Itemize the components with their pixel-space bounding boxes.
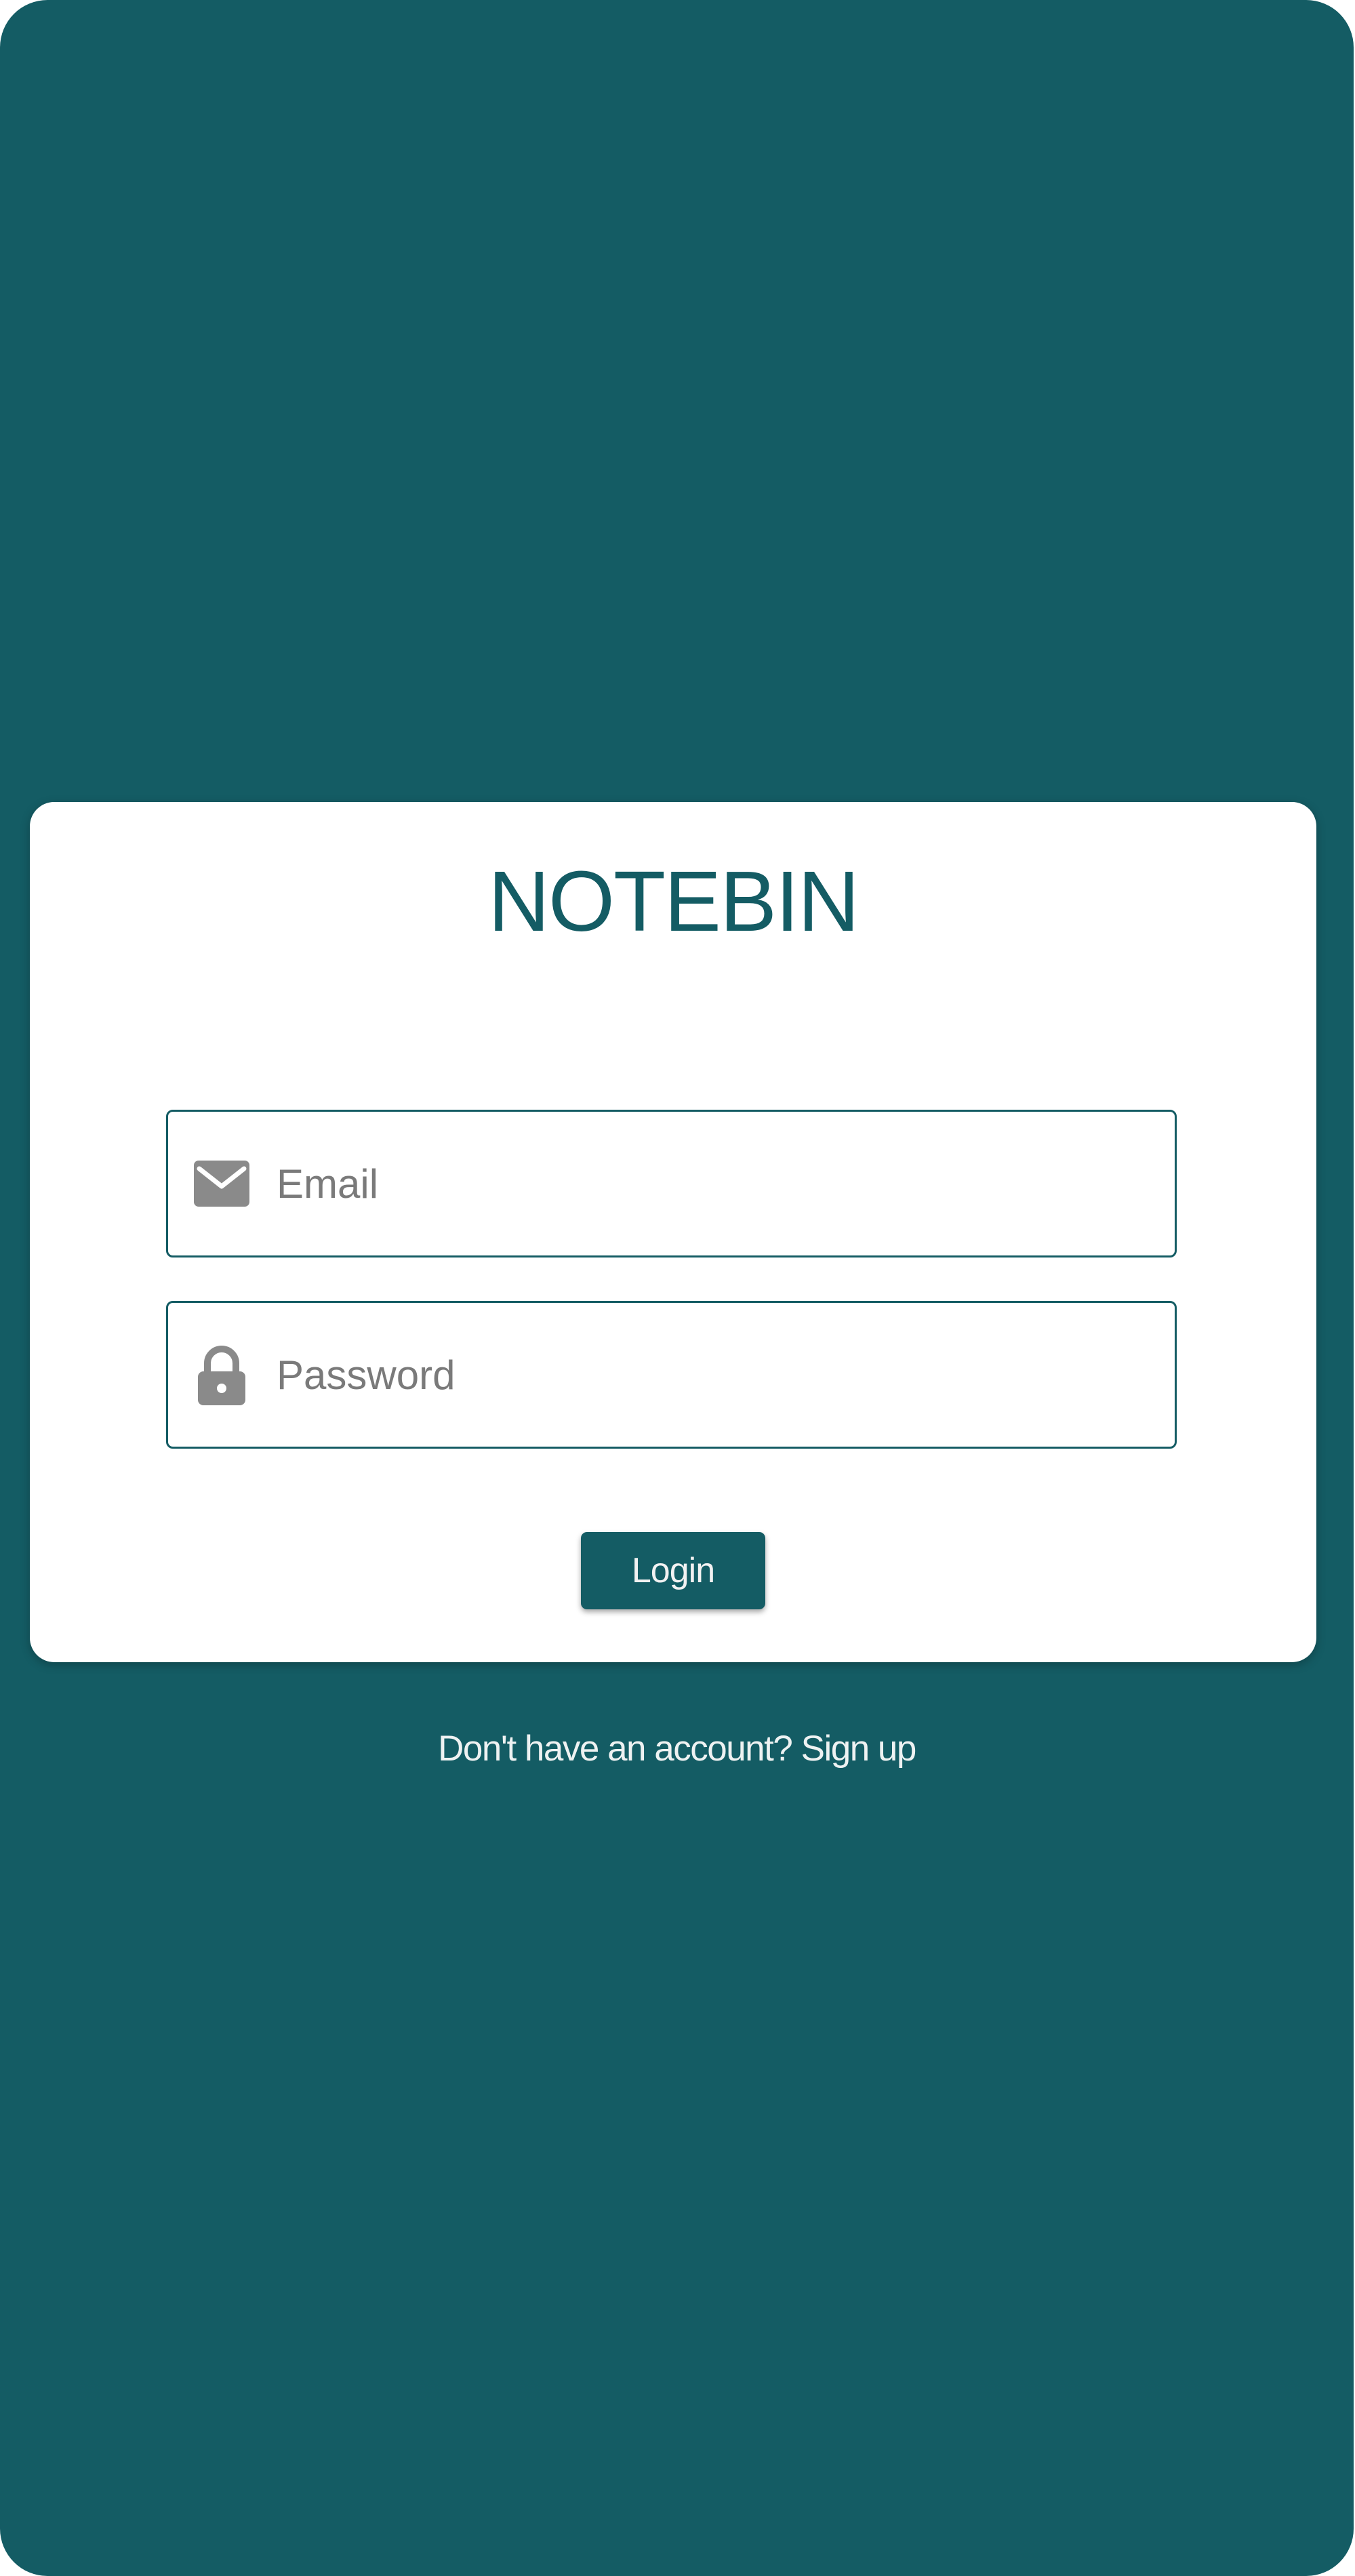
signup-prompt: Don't have an account? Sign up bbox=[0, 1725, 1354, 1773]
password-field[interactable] bbox=[166, 1301, 1177, 1449]
email-field[interactable] bbox=[166, 1110, 1177, 1257]
email-input[interactable] bbox=[277, 1112, 1158, 1255]
login-card: NOTEBIN Login bbox=[30, 802, 1316, 1662]
signup-link[interactable]: Sign up bbox=[801, 1729, 917, 1769]
lock-icon bbox=[198, 1346, 245, 1405]
login-button[interactable]: Login bbox=[581, 1532, 765, 1609]
app-screen: NOTEBIN Login Don't have an account? Sig… bbox=[0, 0, 1354, 2576]
mail-icon bbox=[194, 1161, 249, 1207]
signup-prompt-text: Don't have an account? bbox=[438, 1729, 801, 1769]
password-input[interactable] bbox=[277, 1303, 1158, 1447]
app-title: NOTEBIN bbox=[487, 853, 859, 949]
